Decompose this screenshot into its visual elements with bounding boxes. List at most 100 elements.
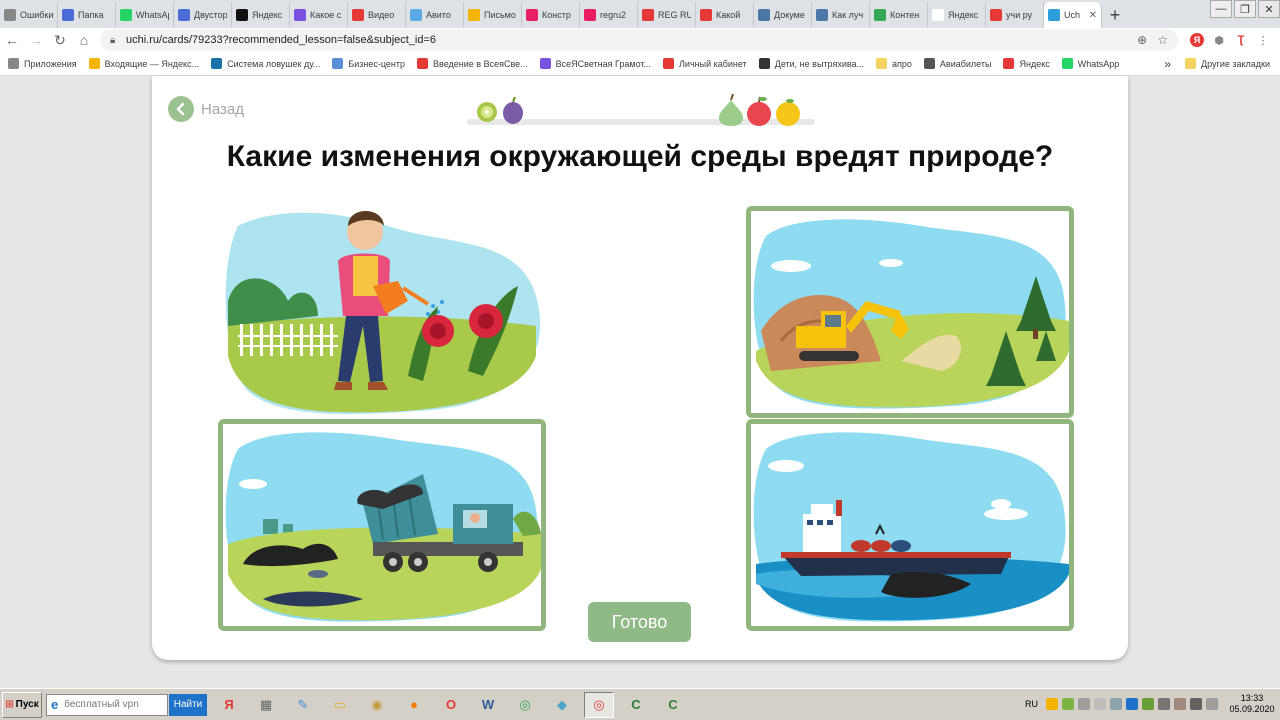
paint-palette-app-icon[interactable]: ◉ [362, 692, 392, 718]
answer-option-excavator[interactable] [746, 206, 1074, 418]
answer-option-watering-flowers[interactable] [218, 206, 546, 418]
tab[interactable]: Двустор [174, 2, 232, 28]
chrome-app-icon[interactable]: ◎ [510, 692, 540, 718]
bookmark-item[interactable]: Личный кабинет [663, 58, 747, 69]
yandex-browser-app-icon[interactable]: Я [214, 692, 244, 718]
network-icon[interactable] [1158, 698, 1170, 710]
other-bookmarks-folder[interactable]: Другие закладки [1185, 58, 1270, 69]
tab-title: Uch [1064, 10, 1081, 20]
bookmark-label: Дети, не вытряхива... [774, 58, 865, 69]
paint-app-icon[interactable]: ✎ [288, 692, 318, 718]
bluetooth-icon[interactable] [1126, 698, 1138, 710]
tab[interactable]: Докуме [754, 2, 812, 28]
internet-explorer-icon: e [51, 697, 59, 712]
answer-option-garbage-truck[interactable] [218, 419, 546, 631]
tab[interactable]: Какой [696, 2, 754, 28]
tab[interactable]: Яндекс [928, 2, 986, 28]
tab[interactable]: Ошибки [0, 2, 58, 28]
tab[interactable]: REG RU [638, 2, 696, 28]
bookmark-item[interactable]: ВсеЯСветная Грамот... [539, 58, 651, 69]
kiwi-icon [477, 102, 497, 122]
bookmark-item[interactable]: Входящие — Яндекс... [88, 58, 199, 69]
tab[interactable]: Авито [406, 2, 464, 28]
tray-flag-icon[interactable] [1094, 698, 1106, 710]
tab-favicon-icon [1048, 9, 1060, 21]
calculator-app-icon[interactable]: ▦ [251, 692, 281, 718]
back-button[interactable]: Назад [168, 96, 244, 122]
tab-favicon-icon [120, 9, 132, 21]
reload-icon[interactable]: ↻ [48, 28, 72, 52]
tray-monitor-icon[interactable] [1110, 698, 1122, 710]
tab-bar: Ошибки Папка WhatsApp Двустор Яндекс Какое с В… [0, 0, 1280, 28]
opera-app-icon[interactable]: O [436, 692, 466, 718]
bookmark-item[interactable]: апро [876, 58, 912, 69]
bookmark-item[interactable]: WhatsApp [1061, 58, 1119, 69]
close-window-button[interactable]: ✕ [1258, 0, 1280, 18]
tab[interactable]: Контен [870, 2, 928, 28]
back-arrow-icon[interactable]: ← [0, 28, 24, 52]
tab-title: Ошибки [20, 10, 53, 20]
browser-toolbar: ← → ↻ ⌂ 🔒︎ uchi.ru/cards/79233?recommend… [0, 28, 1280, 52]
taskbar-search-input[interactable]: e бесплатный vpn [46, 693, 168, 716]
volume-icon[interactable] [1206, 698, 1218, 710]
bookmark-favicon-icon [211, 58, 223, 69]
language-indicator[interactable]: RU [1025, 699, 1038, 709]
tab[interactable]: Видео [348, 2, 406, 28]
bookmark-item[interactable]: Авиабилеты [923, 58, 991, 69]
tab-title: Констр [542, 10, 571, 20]
notes-app-icon[interactable]: ◆ [547, 692, 577, 718]
home-icon[interactable]: ⌂ [72, 28, 96, 52]
bookmark-item[interactable]: Приложения [8, 58, 77, 69]
more-bookmarks-button[interactable]: » [1164, 57, 1171, 71]
bookmark-label: Бизнес-центр [348, 58, 406, 69]
new-tab-button[interactable]: + [1102, 2, 1128, 28]
tab-active[interactable]: Uch ✕ [1044, 2, 1102, 28]
tab[interactable]: Констр [522, 2, 580, 28]
bookmark-item[interactable]: Бизнес-центр [332, 58, 405, 69]
explorer-app-icon[interactable]: ▭ [325, 692, 355, 718]
word-app-icon[interactable]: W [473, 692, 503, 718]
bookmark-item[interactable]: Система ловушек ду... [211, 58, 320, 69]
tab[interactable]: Как луч [812, 2, 870, 28]
done-button[interactable]: Готово [588, 602, 691, 642]
chrome-active-app-icon[interactable]: ◎ [584, 691, 614, 718]
address-bar[interactable]: 🔒︎ uchi.ru/cards/79233?recommended_lesso… [100, 29, 1178, 51]
taskbar-search-button[interactable]: Найти [169, 693, 207, 716]
tab[interactable]: Папка [58, 2, 116, 28]
tab[interactable]: Письмо [464, 2, 522, 28]
bookmark-item[interactable]: Введение в ВсеяСве... [417, 58, 528, 69]
tab-title: Контен [890, 10, 920, 20]
tab[interactable]: regru2 [580, 2, 638, 28]
zoom-icon[interactable]: ⊕ [1137, 33, 1147, 47]
menu-icon[interactable]: ⋮ [1252, 29, 1274, 51]
clock[interactable]: 13:33 05.09.2020 [1224, 693, 1280, 715]
minimize-button[interactable]: — [1210, 0, 1232, 18]
tab[interactable]: учи ру [986, 2, 1044, 28]
windows-taskbar: ⊞ Пуск e бесплатный vpn Найти Я ▦ ✎ ▭ ◉ ● … [0, 688, 1280, 720]
tray-app-icon[interactable] [1062, 698, 1074, 710]
camtasia-recorder-app-icon[interactable]: C [658, 692, 688, 718]
translate-extension-icon[interactable]: Ʈ [1230, 29, 1252, 51]
tray-arrow-icon[interactable] [1046, 698, 1058, 710]
extension-icon[interactable]: ⬢ [1208, 29, 1230, 51]
answer-option-oil-tanker[interactable] [746, 419, 1074, 631]
forward-arrow-icon[interactable]: → [24, 28, 48, 52]
yandex-extension-icon[interactable]: Я [1186, 29, 1208, 51]
start-button[interactable]: ⊞ Пуск [2, 691, 42, 718]
tray-clipboard-icon[interactable] [1078, 698, 1090, 710]
tab[interactable]: Яндекс [232, 2, 290, 28]
bookmark-item[interactable]: Яндекс [1003, 58, 1050, 69]
tab[interactable]: WhatsApp [116, 2, 174, 28]
close-tab-icon[interactable]: ✕ [1089, 10, 1097, 21]
bookmark-favicon-icon [923, 58, 935, 69]
bookmark-item[interactable]: Дети, не вытряхива... [758, 58, 865, 69]
tab[interactable]: Какое с [290, 2, 348, 28]
tray-device-icon[interactable] [1174, 698, 1186, 710]
page-viewport: Назад Какие изменения окружающей среды в… [0, 76, 1280, 688]
tray-update-icon[interactable] [1142, 698, 1154, 710]
camtasia-app-icon[interactable]: C [621, 692, 651, 718]
tray-battery-icon[interactable] [1190, 698, 1202, 710]
firefox-app-icon[interactable]: ● [399, 692, 429, 718]
restore-button[interactable]: ❐ [1234, 0, 1256, 18]
bookmark-star-icon[interactable]: ☆ [1157, 33, 1168, 47]
